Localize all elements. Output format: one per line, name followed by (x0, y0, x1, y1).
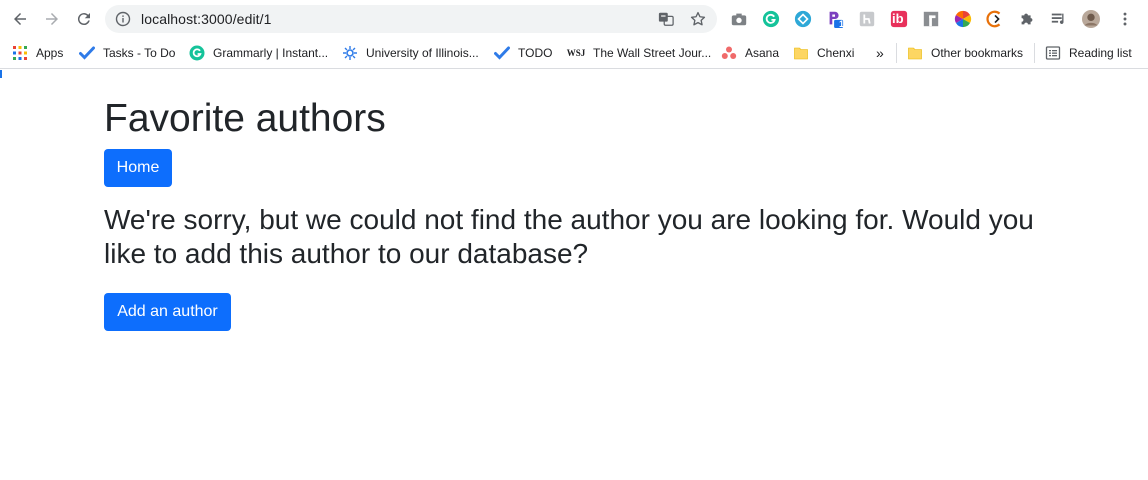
h-extension-icon[interactable] (857, 9, 877, 29)
ib-extension-icon[interactable]: ib (889, 9, 909, 29)
bookmark-label: Grammarly | Instant... (213, 46, 329, 60)
bookmark-label: University of Illinois... (366, 46, 479, 60)
f-extension-icon[interactable] (921, 9, 941, 29)
grammarly-extension-icon[interactable] (761, 9, 781, 29)
add-author-button[interactable]: Add an author (104, 293, 231, 331)
star-bookmark-icon[interactable] (689, 10, 707, 28)
bookmark-tasks-to-do[interactable]: Tasks - To Do (79, 42, 175, 64)
bookmark-todo[interactable]: TODO (494, 42, 552, 64)
page-title: Favorite authors (104, 97, 386, 140)
bookmark-label: Chenxi (817, 46, 855, 60)
folder-icon (793, 45, 809, 61)
bookmark-wall-street-journal[interactable]: WSJ The Wall Street Jour... (566, 42, 712, 64)
illinois-icon (342, 45, 358, 61)
bookmarks-divider (896, 43, 897, 63)
wsj-icon: WSJ (566, 48, 586, 58)
bookmarks-overflow-chevron-icon[interactable]: » (876, 42, 884, 64)
browser-toolbar: localhost:3000/edit/1 1 ib (0, 0, 1148, 38)
p-extension-icon[interactable]: 1 (825, 9, 845, 29)
bookmark-folder-chenxi[interactable]: Chenxi (793, 42, 854, 64)
page-load-indicator (0, 70, 2, 78)
extension-badge: 1 (839, 19, 845, 29)
apps-grid-icon (12, 45, 28, 61)
bookmark-label: Tasks - To Do (103, 46, 176, 60)
url-text[interactable]: localhost:3000/edit/1 (141, 11, 272, 27)
bookmarks-bar: Apps Tasks - To Do Grammarly | Instant..… (0, 38, 1148, 69)
bookmark-asana[interactable]: Asana (721, 42, 779, 64)
grammarly-icon (189, 45, 205, 61)
bookmark-apps[interactable]: Apps (12, 42, 63, 64)
bookmark-label: Apps (36, 46, 64, 60)
profile-avatar[interactable] (1080, 8, 1102, 30)
camera-extension-icon[interactable] (729, 9, 749, 29)
home-button[interactable]: Home (104, 149, 172, 187)
bookmarks-divider (1034, 43, 1035, 63)
bookmark-label: TODO (518, 46, 553, 60)
kebab-menu-icon[interactable] (1115, 9, 1135, 29)
translate-icon[interactable] (657, 10, 675, 28)
back-arrow-icon[interactable] (8, 8, 32, 30)
author-not-found-message: We're sorry, but we could not find the a… (104, 204, 1034, 269)
bookmark-label: Other bookmarks (931, 46, 1024, 60)
bookmark-university-of-illinois[interactable]: University of Illinois... (342, 42, 479, 64)
bookmark-label: The Wall Street Jour... (593, 46, 712, 60)
todo-check-icon (79, 45, 95, 61)
bookmark-label: Reading list (1069, 46, 1132, 60)
info-icon[interactable] (115, 11, 131, 27)
bookmark-grammarly[interactable]: Grammarly | Instant... (189, 42, 328, 64)
media-queue-icon[interactable] (1049, 9, 1069, 29)
color-wheel-extension-icon[interactable] (953, 9, 973, 29)
reading-list-icon (1045, 45, 1061, 61)
asana-icon (721, 45, 737, 61)
address-bar[interactable]: localhost:3000/edit/1 (105, 5, 717, 33)
todo-check-icon (494, 45, 510, 61)
c-extension-icon[interactable] (985, 9, 1005, 29)
folder-icon (907, 45, 923, 61)
bookmark-label: Asana (745, 46, 780, 60)
reading-list-button[interactable]: Reading list (1045, 42, 1132, 64)
reload-icon[interactable] (72, 8, 96, 30)
ib-extension-text: ib (892, 11, 904, 26)
bookmark-other-bookmarks[interactable]: Other bookmarks (907, 42, 1023, 64)
diamond-extension-icon[interactable] (793, 9, 813, 29)
forward-arrow-icon[interactable] (40, 8, 64, 30)
puzzle-extensions-icon[interactable] (1017, 9, 1037, 29)
